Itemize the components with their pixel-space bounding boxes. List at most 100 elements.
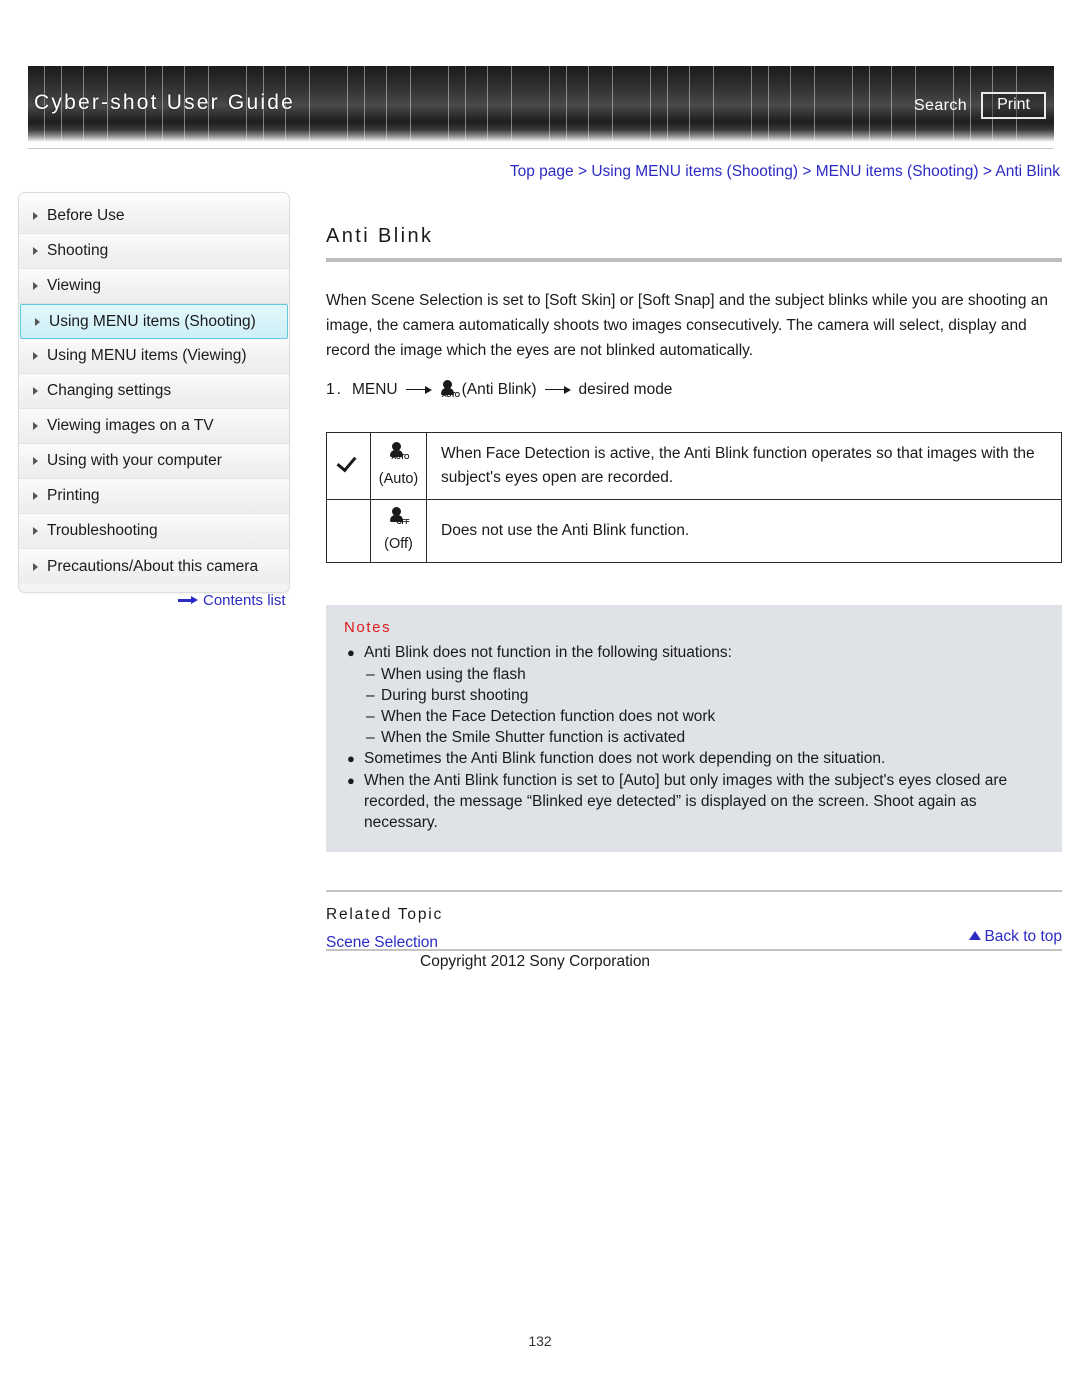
breadcrumb-separator: > [577,163,588,180]
copyright-text: Copyright 2012 Sony Corporation [420,953,651,970]
sidebar-item-using-menu-items-viewing[interactable]: Using MENU items (Viewing) [19,339,289,374]
check-icon [338,453,360,471]
header-divider [28,148,1054,149]
header-actions: Search Print [914,92,1046,119]
triangle-right-icon [33,562,38,571]
sidebar-item-label: Precautions/About this camera [47,557,259,575]
step-number: 1. [326,381,343,398]
sidebar-item-label: Viewing [47,277,102,294]
sidebar-item-label: Changing settings [47,382,172,399]
title-divider [326,258,1062,262]
note-item: ● When the Anti Blink function is set to… [344,770,1044,833]
sidebar-item-printing[interactable]: Printing [19,479,289,514]
breadcrumb-separator: > [802,163,812,180]
mode-label: (Auto) [378,471,419,487]
related-divider [326,890,1062,892]
sidebar-item-viewing[interactable]: Viewing [19,269,289,304]
triangle-right-icon [33,352,38,360]
mode-icon-cell: OFF (Off) [370,499,427,563]
sidebar-item-label: Using with your computer [47,452,222,469]
bullet-icon: ● [347,751,355,766]
sidebar: Before Use Shooting Viewing Using MENU i… [18,192,290,593]
icon-tag: AUTO [391,454,409,461]
mode-icon-cell: AUTO (Auto) [370,432,427,500]
sidebar-item-label: Using MENU items (Viewing) [47,347,247,364]
sidebar-item-precautions-about-this-camera[interactable]: Precautions/About this camera [19,549,289,584]
dash-icon: – [366,666,375,683]
step-icon-label: (Anti Blink) [461,381,537,398]
breadcrumb-separator: > [982,163,992,180]
intro-paragraph: When Scene Selection is set to [Soft Ski… [326,292,1049,359]
sidebar-item-using-menu-items-shooting[interactable]: Using MENU items (Shooting) [20,304,288,339]
sidebar-item-changing-settings[interactable]: Changing settings [19,374,289,409]
table-row: OFF (Off) Does not use the Anti Blink fu… [326,499,1062,563]
sidebar-item-before-use[interactable]: Before Use [19,199,289,234]
sidebar-item-troubleshooting[interactable]: Troubleshooting [19,514,289,549]
sidebar-item-using-with-your-computer[interactable]: Using with your computer [19,444,289,479]
note-sub-text: When the Smile Shutter function is activ… [381,729,686,746]
breadcrumb-item-using-menu-items-shooting[interactable]: Using MENU items (Shooting) [591,163,798,180]
note-sub-item: – During burst shooting [344,685,1044,706]
notes-panel: Notes ● Anti Blink does not function in … [326,605,1062,852]
arrow-right-icon [544,385,571,395]
dash-icon: – [366,729,375,746]
step-result-label: desired mode [578,381,673,398]
anti-blink-icon: AUTO [440,380,460,399]
note-item: ● Anti Blink does not function in the fo… [344,642,1044,663]
sidebar-item-label: Before Use [47,207,125,224]
mode-description: Does not use the Anti Blink function. [426,499,1062,563]
step-instruction: 1. MENU AUTO (Anti Blink) desired mode [326,377,1062,402]
selected-cell [326,499,371,563]
notes-title: Notes [344,619,392,636]
note-sub-text: When the Face Detection function does no… [381,708,716,725]
note-sub-item: – When the Smile Shutter function is act… [344,727,1044,748]
note-sub-text: During burst shooting [381,687,529,704]
dash-icon: – [366,687,375,704]
triangle-right-icon [33,422,38,430]
triangle-right-icon [35,317,40,326]
step-menu-label: MENU [351,381,398,398]
bullet-icon: ● [347,645,355,660]
back-to-top-link[interactable]: Back to top [326,928,1062,946]
table-row: AUTO (Auto) When Face Detection is activ… [326,432,1062,500]
footer-divider [326,949,1062,951]
triangle-right-icon [33,527,38,535]
triangle-right-icon [33,492,38,500]
selected-cell [326,432,371,500]
note-sub-item: – When using the flash [344,664,1044,685]
dash-icon: – [366,708,375,725]
breadcrumb-item-menu-items-shooting[interactable]: MENU items (Shooting) [816,163,979,180]
breadcrumb-item-top-page[interactable]: Top page [510,163,574,180]
sidebar-item-label: Troubleshooting [47,522,158,539]
note-text: Sometimes the Anti Blink function does n… [364,750,886,767]
main-content: Anti Blink When Scene Selection is set t… [326,225,1062,952]
sidebar-item-label: Viewing images on a TV [47,417,214,434]
breadcrumb-item-anti-blink[interactable]: Anti Blink [995,163,1060,180]
mode-table: AUTO (Auto) When Face Detection is activ… [326,432,1062,563]
contents-list-label: Contents list [203,592,286,609]
mode-description: When Face Detection is active, the Anti … [426,432,1062,500]
note-text: When the Anti Blink function is set to [… [364,772,1008,831]
triangle-right-icon [33,212,38,220]
page-title: Anti Blink [326,225,434,247]
sidebar-item-label: Shooting [47,242,109,259]
back-to-top-label: Back to top [984,928,1062,945]
print-button[interactable]: Print [981,92,1046,119]
contents-list-link[interactable]: Contents list [178,592,286,609]
sidebar-item-viewing-images-on-a-tv[interactable]: Viewing images on a TV [19,409,289,444]
arrow-right-icon [178,596,198,605]
anti-blink-auto-icon: AUTO [389,442,409,461]
related-topic-title: Related Topic [326,906,444,923]
breadcrumb: Top page > Using MENU items (Shooting) >… [326,163,1060,181]
note-text: Anti Blink does not function in the foll… [364,644,732,661]
triangle-right-icon [33,457,38,465]
arrow-right-icon [405,385,432,395]
sidebar-item-shooting[interactable]: Shooting [19,234,289,269]
note-item: ● Sometimes the Anti Blink function does… [344,748,1044,769]
note-sub-item: – When the Face Detection function does … [344,706,1044,727]
search-button[interactable]: Search [914,97,967,115]
bullet-icon: ● [347,773,355,788]
note-sub-text: When using the flash [381,666,526,683]
sidebar-item-label: Using MENU items (Shooting) [49,312,256,330]
triangle-right-icon [33,387,38,395]
